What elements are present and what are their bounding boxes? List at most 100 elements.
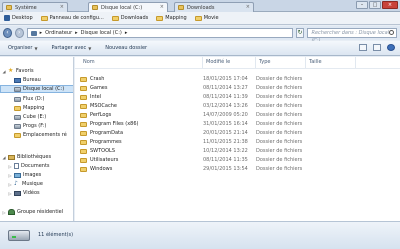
folder-icon — [80, 86, 87, 91]
folder-icon — [156, 15, 164, 21]
table-row[interactable]: Intel 08/11/2014 11:39 Dossier de fichie… — [75, 93, 400, 102]
share-button[interactable]: Partager avec ▼ — [52, 45, 92, 51]
file-type: Dossier de fichiers — [256, 103, 303, 109]
document-icon — [14, 163, 19, 169]
file-name-cell: SWTOOLS — [80, 148, 115, 155]
file-name-cell: MSOCache — [80, 103, 117, 110]
column-header-size[interactable]: Taille — [306, 57, 356, 68]
folder-icon — [194, 15, 202, 21]
file-name: Crash — [90, 76, 105, 82]
column-label: Modifié le — [206, 59, 231, 65]
table-row[interactable]: PerfLogs 14/07/2009 05:20 Dossier de fic… — [75, 111, 400, 120]
file-date: 08/11/2014 11:35 — [203, 157, 248, 163]
sidebar-item-emplacements-recents[interactable]: Emplacements ré — [0, 131, 73, 139]
sidebar-item-videos[interactable]: ▷ Vidéos — [0, 189, 73, 197]
bookmark-mapping[interactable]: Mapping — [156, 15, 187, 21]
new-folder-label: Nouveau dossier — [105, 45, 148, 51]
table-row[interactable]: ProgramData 20/01/2015 21:14 Dossier de … — [75, 129, 400, 138]
expand-arrow-icon[interactable]: ▷ — [8, 173, 12, 178]
sidebar-item-documents[interactable]: ▷ Documents — [0, 162, 73, 170]
help-icon[interactable] — [387, 44, 395, 51]
bookmark-movie[interactable]: Movie — [194, 15, 219, 21]
bookmark-label: Downloads — [120, 15, 149, 21]
new-folder-button[interactable]: Nouveau dossier — [105, 45, 147, 51]
window-controls: – □ × — [356, 1, 398, 9]
column-header-name[interactable]: Nom — [80, 57, 203, 68]
sidebar-item-cube[interactable]: Cube (E:) — [0, 113, 73, 121]
sidebar-item-label: Bibliothèques — [17, 154, 52, 160]
tab-label: Disque local (C:) — [101, 5, 143, 11]
file-name-cell: Games — [80, 85, 108, 92]
sidebar-item-musique[interactable]: ▷ ♪ Musique — [0, 180, 73, 188]
collapse-arrow-icon[interactable]: ◢ — [2, 155, 6, 160]
file-name: Intel — [90, 94, 102, 100]
table-row[interactable]: SWTOOLS 10/12/2014 13:22 Dossier de fich… — [75, 147, 400, 156]
preview-pane-icon[interactable] — [373, 44, 381, 51]
folder-icon — [14, 105, 21, 111]
expand-arrow-icon[interactable]: ▷ — [8, 191, 12, 196]
search-input[interactable]: Rechercher dans : Disque local (C:) — [307, 28, 397, 44]
table-row[interactable]: Programmes 11/01/2015 21:38 Dossier de f… — [75, 138, 400, 147]
table-row[interactable]: Windows 29/01/2015 13:54 Dossier de fich… — [75, 165, 400, 174]
bookmark-label: Desktop — [12, 15, 33, 21]
file-name: MSOCache — [90, 103, 117, 109]
address-bar[interactable]: ▸ Ordinateur ▸ Disque local (C:) ▸ — [26, 28, 293, 38]
sidebar-item-favoris[interactable]: ◢ ★ Favoris — [0, 67, 73, 75]
sidebar-item-label: Images — [23, 172, 42, 178]
column-label: Taille — [309, 59, 322, 65]
file-date: 18/01/2015 17:04 — [203, 76, 248, 82]
collapse-arrow-icon[interactable]: ◢ — [2, 69, 6, 74]
close-tab-icon[interactable]: × — [160, 4, 164, 10]
column-label: Nom — [83, 59, 95, 65]
file-type: Dossier de fichiers — [256, 139, 303, 145]
folder-icon — [80, 104, 87, 109]
sidebar-item-images[interactable]: ▷ Images — [0, 171, 73, 179]
table-row[interactable]: MSOCache 03/12/2014 13:26 Dossier de fic… — [75, 102, 400, 111]
command-bar: Organiser ▼ Partager avec ▼ Nouveau doss… — [0, 41, 400, 56]
folder-icon — [80, 122, 87, 127]
breadcrumb-disque-local[interactable]: Disque local (C:) — [81, 30, 122, 36]
sidebar-item-label: Groupe résidentiel — [17, 209, 64, 215]
maximize-button[interactable]: □ — [369, 1, 381, 9]
tab-systeme[interactable]: Système × — [2, 2, 68, 12]
sidebar-item-disque-local[interactable]: Disque local (C:) — [0, 85, 73, 93]
table-row[interactable]: Crash 18/01/2015 17:04 Dossier de fichie… — [75, 75, 400, 84]
breadcrumb-ordinateur[interactable]: Ordinateur — [45, 30, 72, 36]
computer-icon — [30, 30, 37, 36]
tab-downloads[interactable]: Downloads × — [174, 2, 254, 12]
back-button[interactable]: ‹ — [3, 28, 12, 38]
view-options-icon[interactable] — [359, 44, 367, 51]
sidebar-item-progs[interactable]: Progs (F:) — [0, 122, 73, 130]
table-row[interactable]: Program Files (x86) 31/01/2015 16:14 Dos… — [75, 120, 400, 129]
bookmark-panneau-configuration[interactable]: Panneau de configu... — [40, 15, 104, 21]
close-window-button[interactable]: × — [382, 1, 398, 9]
share-label: Partager avec — [51, 45, 87, 51]
sidebar-item-flux[interactable]: Flux (D:) — [0, 95, 73, 103]
expand-arrow-icon[interactable]: ▷ — [8, 182, 12, 187]
column-header-date[interactable]: Modifié le — [203, 57, 256, 68]
sidebar-item-bureau[interactable]: Bureau — [0, 76, 73, 84]
sidebar-item-bibliotheques[interactable]: ◢ Bibliothèques — [0, 153, 73, 161]
bookmark-downloads[interactable]: Downloads — [111, 15, 149, 21]
music-icon: ♪ — [14, 180, 18, 187]
minimize-button[interactable]: – — [356, 1, 368, 9]
folder-icon — [40, 15, 48, 21]
refresh-button[interactable]: ↻ — [295, 28, 305, 38]
sidebar-item-label: Bureau — [23, 77, 41, 83]
expand-arrow-icon[interactable]: ▷ — [8, 164, 12, 169]
table-row[interactable]: Utilisateurs 08/11/2014 11:35 Dossier de… — [75, 156, 400, 165]
expand-arrow-icon[interactable]: ▷ — [2, 210, 6, 215]
file-name-cell: Intel — [80, 94, 101, 101]
close-tab-icon[interactable]: × — [246, 4, 250, 10]
organize-button[interactable]: Organiser ▼ — [8, 45, 38, 51]
file-date: 14/07/2009 05:20 — [203, 112, 248, 118]
forward-button[interactable]: › — [14, 28, 24, 38]
column-header-type[interactable]: Type — [256, 57, 306, 68]
sidebar-item-mapping[interactable]: Mapping — [0, 104, 73, 112]
bookmark-desktop[interactable]: Desktop — [4, 15, 33, 21]
table-row[interactable]: Games 08/11/2014 13:27 Dossier de fichie… — [75, 84, 400, 93]
close-tab-icon[interactable]: × — [60, 4, 64, 10]
sidebar-item-groupe-residentiel[interactable]: ▷ Groupe résidentiel — [0, 208, 73, 216]
file-type: Dossier de fichiers — [256, 121, 303, 127]
column-label: Type — [259, 59, 271, 65]
